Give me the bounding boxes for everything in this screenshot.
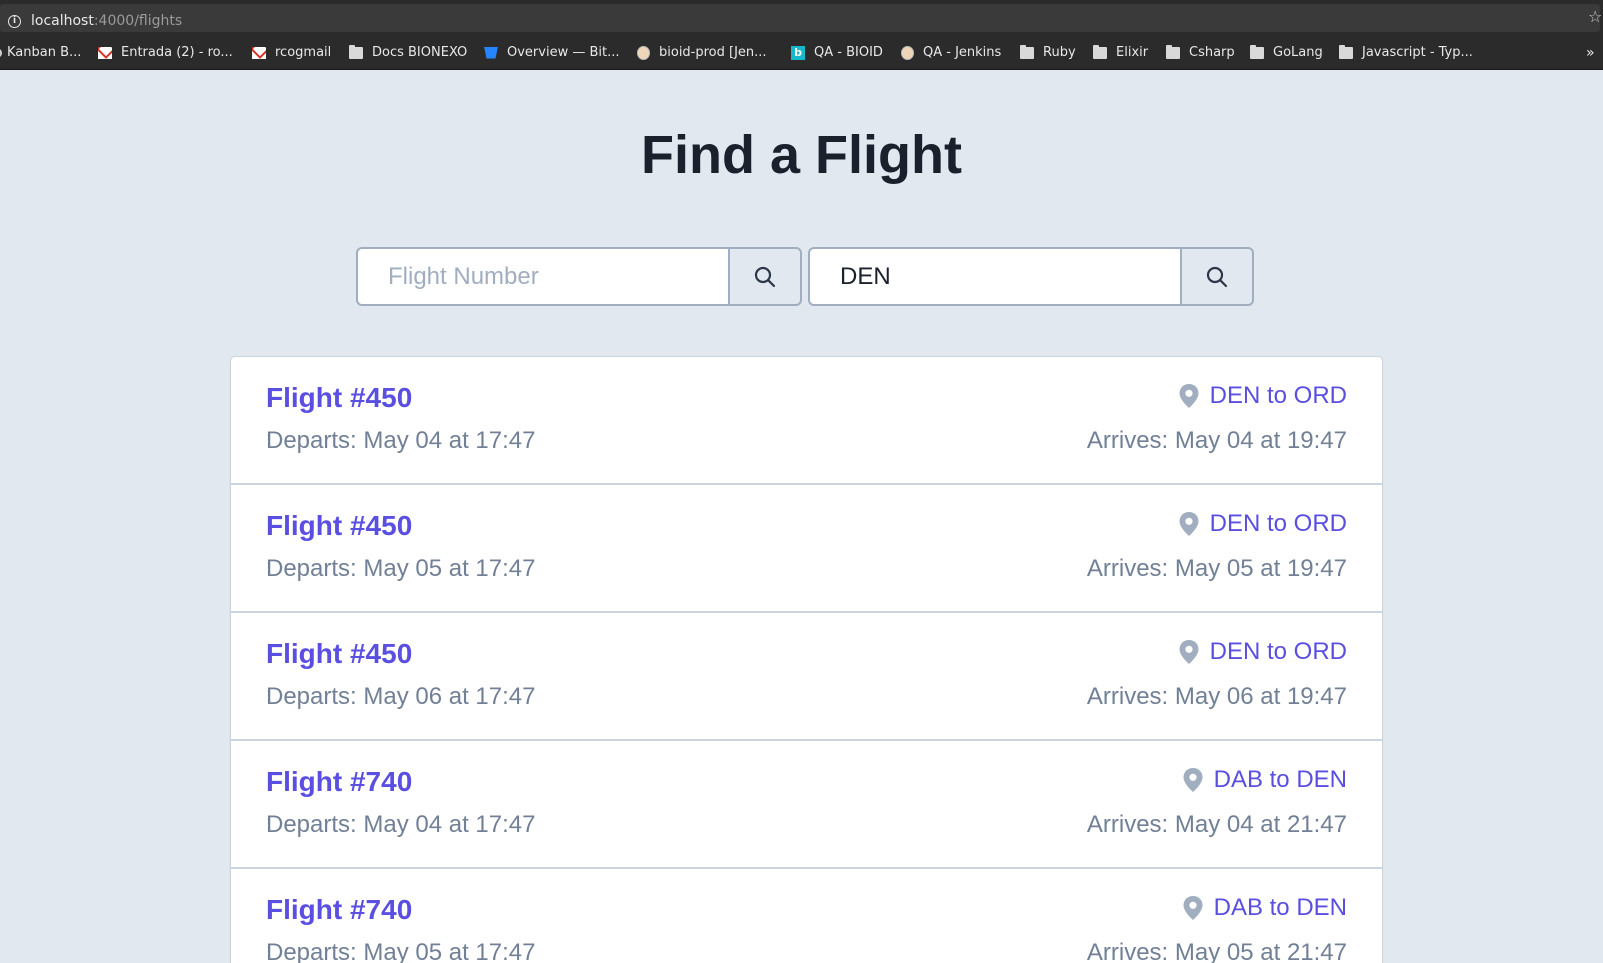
- flight-route: DEN to ORD: [1178, 510, 1347, 538]
- route-label: DAB to DEN: [1213, 766, 1347, 793]
- bookmark-item[interactable]: bioid-prod [Jen...: [637, 35, 767, 70]
- arrival-time: Arrives: May 05 at 21:47: [1086, 939, 1347, 963]
- departure-time: Departs: May 05 at 17:47: [266, 939, 536, 963]
- location-pin-icon: [1179, 640, 1199, 664]
- bookmark-item[interactable]: Kanban B...: [0, 35, 81, 70]
- bookmark-star-icon[interactable]: ☆: [1588, 7, 1602, 26]
- url-text: localhost:4000/flights: [31, 13, 182, 29]
- bookmark-label: Ruby: [1043, 45, 1076, 60]
- kanban-icon: [0, 48, 2, 57]
- flight-row[interactable]: Flight #740 Departs: May 05 at 17:47 DAB…: [231, 869, 1382, 963]
- gmail-icon: [252, 46, 266, 59]
- departure-time: Departs: May 06 at 17:47: [266, 683, 536, 710]
- bookmark-item[interactable]: Docs BIONEXO: [349, 35, 467, 70]
- departure-time: Departs: May 05 at 17:47: [266, 555, 536, 582]
- airport-search-button[interactable]: [1180, 247, 1254, 306]
- bookmark-label: Entrada (2) - ro...: [121, 45, 233, 60]
- departure-time: Departs: May 04 at 17:47: [266, 811, 536, 838]
- bookmark-label: rcogmail: [275, 45, 332, 60]
- flight-number: Flight #450: [266, 638, 413, 669]
- flight-route: DEN to ORD: [1178, 638, 1347, 666]
- arrival-time: Arrives: May 04 at 19:47: [1086, 427, 1347, 454]
- search-icon: [754, 266, 776, 287]
- arrival-time: Arrives: May 06 at 19:47: [1086, 683, 1347, 710]
- bitbucket-icon: [484, 46, 498, 59]
- bookmark-label: bioid-prod [Jen...: [659, 45, 767, 60]
- url-host: localhost: [31, 13, 94, 29]
- url-path: :4000/flights: [93, 13, 183, 29]
- flight-number-input[interactable]: [356, 247, 728, 306]
- browser-url-bar: i localhost:4000/flights ☆: [0, 0, 1603, 35]
- overflow-icon: »: [1586, 44, 1595, 61]
- bookmark-label: Csharp: [1189, 45, 1235, 60]
- flight-number: Flight #740: [266, 894, 413, 925]
- flight-number-search: [356, 247, 802, 306]
- location-pin-icon: [1183, 896, 1203, 920]
- bookmark-item[interactable]: Overview — Bit...: [484, 35, 620, 70]
- bookmark-label: Elixir: [1116, 45, 1149, 60]
- bookmark-item[interactable]: Ruby: [1020, 35, 1076, 70]
- route-label: DEN to ORD: [1209, 638, 1347, 665]
- flight-number: Flight #450: [266, 382, 413, 413]
- jenkins-icon: [637, 45, 650, 60]
- route-label: DEN to ORD: [1209, 510, 1347, 537]
- airport-input[interactable]: [808, 247, 1180, 306]
- jenkins-icon: [901, 45, 914, 60]
- bookmark-label: Kanban B...: [7, 45, 82, 60]
- bookmark-item[interactable]: rcogmail: [252, 35, 331, 70]
- flight-row[interactable]: Flight #450 Departs: May 04 at 17:47 DEN…: [231, 357, 1382, 485]
- route-label: DEN to ORD: [1209, 382, 1347, 409]
- flight-route: DAB to DEN: [1182, 894, 1347, 922]
- address-field[interactable]: i localhost:4000/flights: [0, 4, 1600, 32]
- folder-icon: [1020, 44, 1034, 59]
- bookmark-item[interactable]: Elixir: [1093, 35, 1148, 70]
- departure-time: Departs: May 04 at 17:47: [266, 427, 536, 454]
- flight-row[interactable]: Flight #450 Departs: May 06 at 17:47 DEN…: [231, 613, 1382, 741]
- info-icon[interactable]: i: [8, 15, 21, 28]
- bookmark-label: QA - Jenkins: [923, 45, 1002, 60]
- flight-number: Flight #740: [266, 766, 413, 797]
- gmail-icon: [98, 46, 112, 59]
- bookmarks-bar: Kanban B... Entrada (2) - ro... rcogmail…: [0, 35, 1603, 70]
- bookmark-label: GoLang: [1273, 45, 1323, 60]
- flight-number-search-button[interactable]: [728, 247, 802, 306]
- bookmark-item[interactable]: Entrada (2) - ro...: [98, 35, 233, 70]
- location-pin-icon: [1179, 384, 1199, 408]
- page-title: Find a Flight: [641, 125, 962, 185]
- b-icon: b: [791, 45, 805, 60]
- folder-icon: [1339, 44, 1353, 59]
- folder-icon: [349, 44, 363, 59]
- folder-icon: [1166, 44, 1180, 59]
- airport-search: [808, 247, 1254, 306]
- bookmark-label: Docs BIONEXO: [372, 45, 468, 60]
- flight-results-list: Flight #450 Departs: May 04 at 17:47 DEN…: [230, 356, 1383, 963]
- folder-icon: [1093, 44, 1107, 59]
- flight-row[interactable]: Flight #450 Departs: May 05 at 17:47 DEN…: [231, 485, 1382, 613]
- route-label: DAB to DEN: [1213, 894, 1347, 921]
- arrival-time: Arrives: May 05 at 19:47: [1086, 555, 1347, 582]
- arrival-time: Arrives: May 04 at 21:47: [1086, 811, 1347, 838]
- bookmarks-overflow-button[interactable]: »: [1586, 35, 1595, 70]
- flight-route: DEN to ORD: [1178, 382, 1347, 410]
- location-pin-icon: [1179, 512, 1199, 536]
- folder-icon: [1250, 44, 1264, 59]
- flight-number: Flight #450: [266, 510, 413, 541]
- bookmark-item[interactable]: Javascript - Typ...: [1339, 35, 1473, 70]
- flight-row[interactable]: Flight #740 Departs: May 04 at 17:47 DAB…: [231, 741, 1382, 869]
- bookmark-item[interactable]: Csharp: [1166, 35, 1235, 70]
- bookmark-label: Javascript - Typ...: [1362, 45, 1473, 60]
- location-pin-icon: [1183, 768, 1203, 792]
- bookmark-label: Overview — Bit...: [507, 45, 620, 60]
- flight-route: DAB to DEN: [1182, 766, 1347, 794]
- bookmark-item[interactable]: b QA - BIOID: [791, 35, 883, 70]
- search-icon: [1206, 266, 1228, 287]
- bookmark-item[interactable]: QA - Jenkins: [901, 35, 1001, 70]
- bookmark-label: QA - BIOID: [814, 45, 883, 60]
- bookmark-item[interactable]: GoLang: [1250, 35, 1323, 70]
